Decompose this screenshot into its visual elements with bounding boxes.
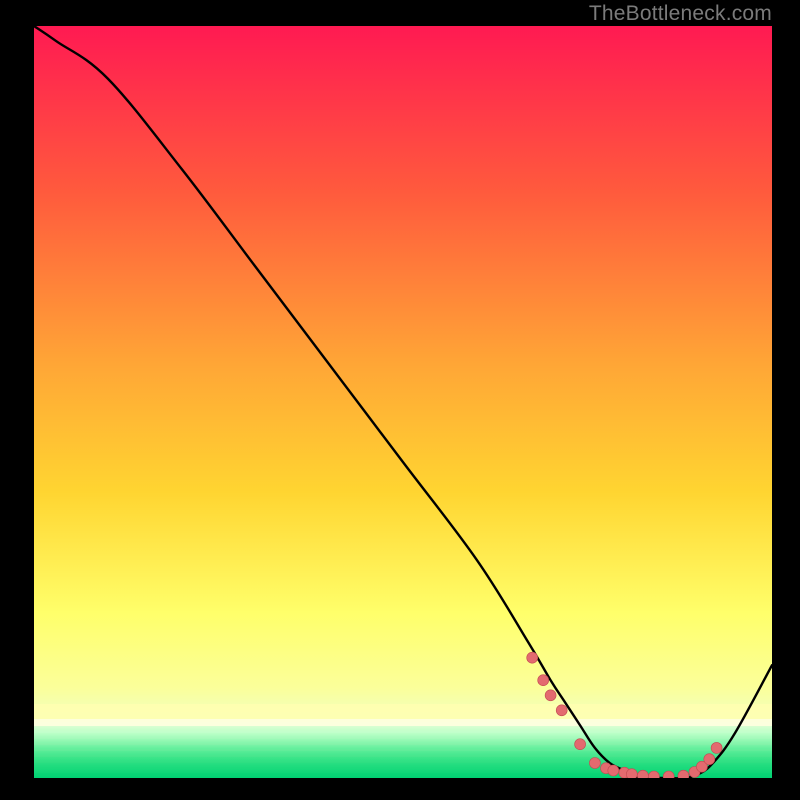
data-point xyxy=(556,705,567,716)
data-point xyxy=(538,675,549,686)
data-point xyxy=(678,770,689,778)
data-point xyxy=(711,742,722,753)
chart-frame: TheBottleneck.com xyxy=(0,0,800,800)
data-point xyxy=(626,769,637,778)
plot-area xyxy=(34,26,772,778)
data-point xyxy=(527,652,538,663)
green-band xyxy=(34,726,772,778)
data-point xyxy=(589,758,600,769)
data-point xyxy=(608,765,619,776)
attribution-label: TheBottleneck.com xyxy=(589,2,772,26)
data-point xyxy=(637,770,648,778)
data-point xyxy=(704,754,715,765)
heat-gradient xyxy=(34,26,772,778)
chart-svg xyxy=(34,26,772,778)
data-point xyxy=(575,739,586,750)
data-point xyxy=(545,690,556,701)
